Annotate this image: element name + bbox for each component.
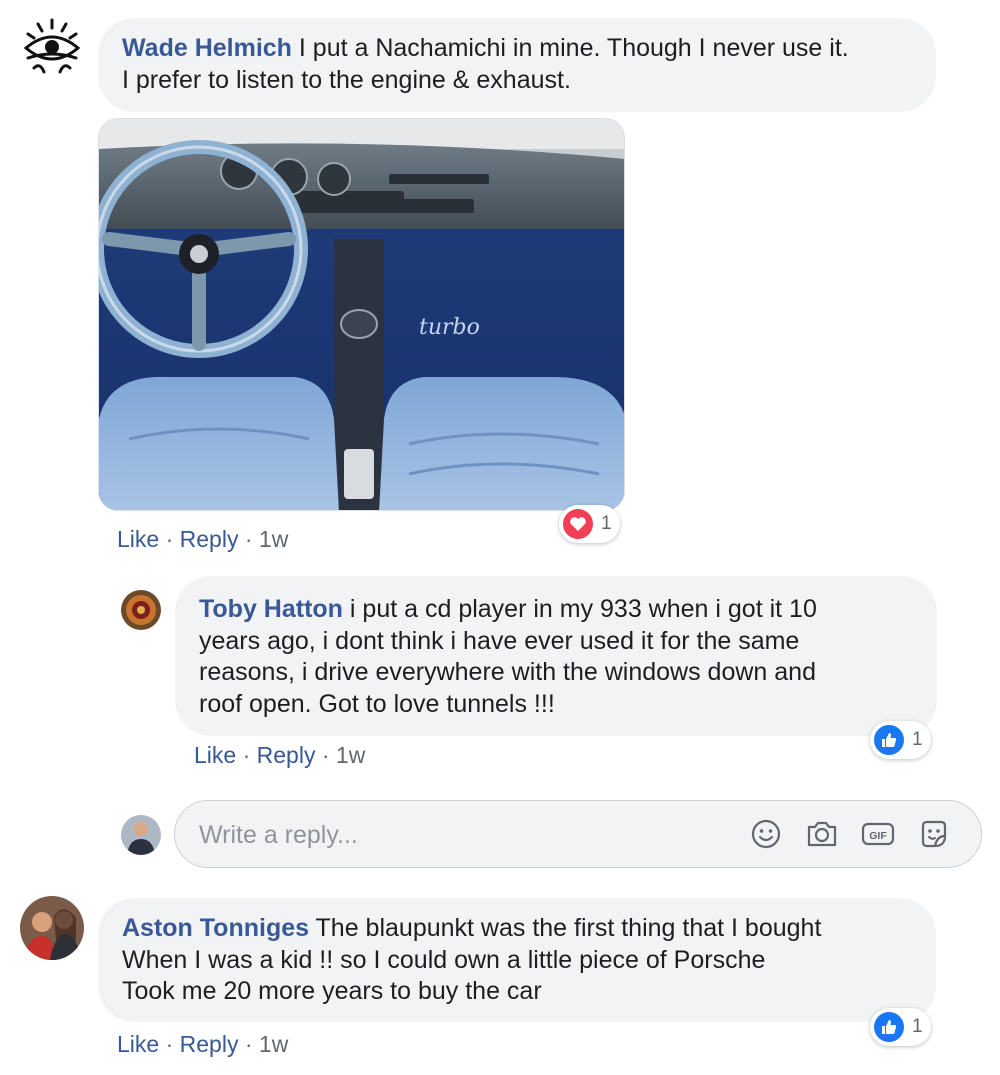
love-reaction-icon: [563, 509, 593, 539]
comment-bubble: Wade Helmich I put a Nachamichi in mine.…: [98, 18, 936, 112]
reply-input[interactable]: Write a reply... GIF: [174, 800, 982, 868]
avatar[interactable]: [20, 896, 84, 960]
comment-actions: Like · Reply · 1w: [194, 742, 365, 769]
reply-link[interactable]: Reply: [180, 526, 239, 552]
comment-author[interactable]: Wade Helmich: [122, 34, 292, 62]
reaction-count-text: 1: [912, 1016, 923, 1037]
separator: ·: [321, 742, 330, 768]
comment-author[interactable]: Toby Hatton: [199, 595, 343, 623]
like-reaction-icon: [874, 725, 904, 755]
like-link[interactable]: Like: [117, 526, 159, 552]
reaction-count[interactable]: 1: [870, 721, 931, 759]
comment-line: i put a cd player in my 933 when i got i…: [342, 595, 817, 623]
timestamp[interactable]: 1w: [336, 742, 365, 768]
comment-actions: Like · Reply · 1w: [117, 526, 288, 553]
comment-actions: Like · Reply · 1w: [117, 1031, 288, 1058]
avatar[interactable]: [121, 590, 161, 630]
separator: ·: [244, 1031, 253, 1057]
camera-icon[interactable]: [803, 815, 841, 853]
comment-line: years ago, i dont think i have ever used…: [199, 626, 800, 655]
comment-line: roof open. Got to love tunnels !!!: [199, 689, 555, 718]
avatar-image: [121, 815, 161, 855]
gif-icon[interactable]: GIF: [859, 815, 897, 853]
reply-link[interactable]: Reply: [257, 742, 316, 768]
timestamp[interactable]: 1w: [259, 526, 288, 552]
timestamp[interactable]: 1w: [259, 1031, 288, 1057]
separator: ·: [165, 1031, 174, 1057]
comment-line: The blaupunkt was the first thing that I…: [309, 914, 822, 942]
comment-photo[interactable]: turbo: [98, 118, 625, 511]
emoji-icon[interactable]: [747, 815, 785, 853]
comment-line: When I was a kid !! so I could own a lit…: [122, 945, 766, 974]
avatar-image: [121, 590, 161, 630]
reply-link[interactable]: Reply: [180, 1031, 239, 1057]
comment-bubble: Toby Hatton i put a cd player in my 933 …: [175, 576, 937, 736]
reaction-count-text: 1: [912, 729, 923, 750]
reaction-count[interactable]: 1: [559, 505, 620, 543]
comment-line: Took me 20 more years to buy the car: [122, 977, 542, 1005]
avatar[interactable]: [20, 16, 84, 80]
comment-line: I prefer to listen to the engine & exhau…: [122, 65, 571, 94]
sticker-icon[interactable]: [915, 815, 953, 853]
eye-logo-icon: [23, 18, 81, 74]
car-interior-photo: turbo: [99, 119, 624, 510]
photo-mat-text: turbo: [419, 315, 480, 340]
reaction-count-text: 1: [601, 513, 612, 534]
comment-line: reasons, i drive everywhere with the win…: [199, 658, 816, 686]
avatar-image: [20, 896, 84, 960]
separator: ·: [165, 526, 174, 552]
comment-line: I put a Nachamichi in mine. Though I nev…: [291, 34, 849, 62]
comment-author[interactable]: Aston Tonniges: [122, 914, 309, 942]
comment-text: Wade Helmich I put a Nachamichi in mine.…: [122, 33, 912, 65]
like-link[interactable]: Like: [117, 1031, 159, 1057]
reply-placeholder: Write a reply...: [199, 821, 358, 849]
gif-label: GIF: [869, 830, 887, 842]
reaction-count[interactable]: 1: [870, 1008, 931, 1046]
like-reaction-icon: [874, 1012, 904, 1042]
separator: ·: [242, 742, 251, 768]
like-link[interactable]: Like: [194, 742, 236, 768]
current-user-avatar: [121, 815, 161, 855]
comment-bubble: Aston Tonniges The blaupunkt was the fir…: [98, 898, 936, 1022]
separator: ·: [244, 526, 253, 552]
